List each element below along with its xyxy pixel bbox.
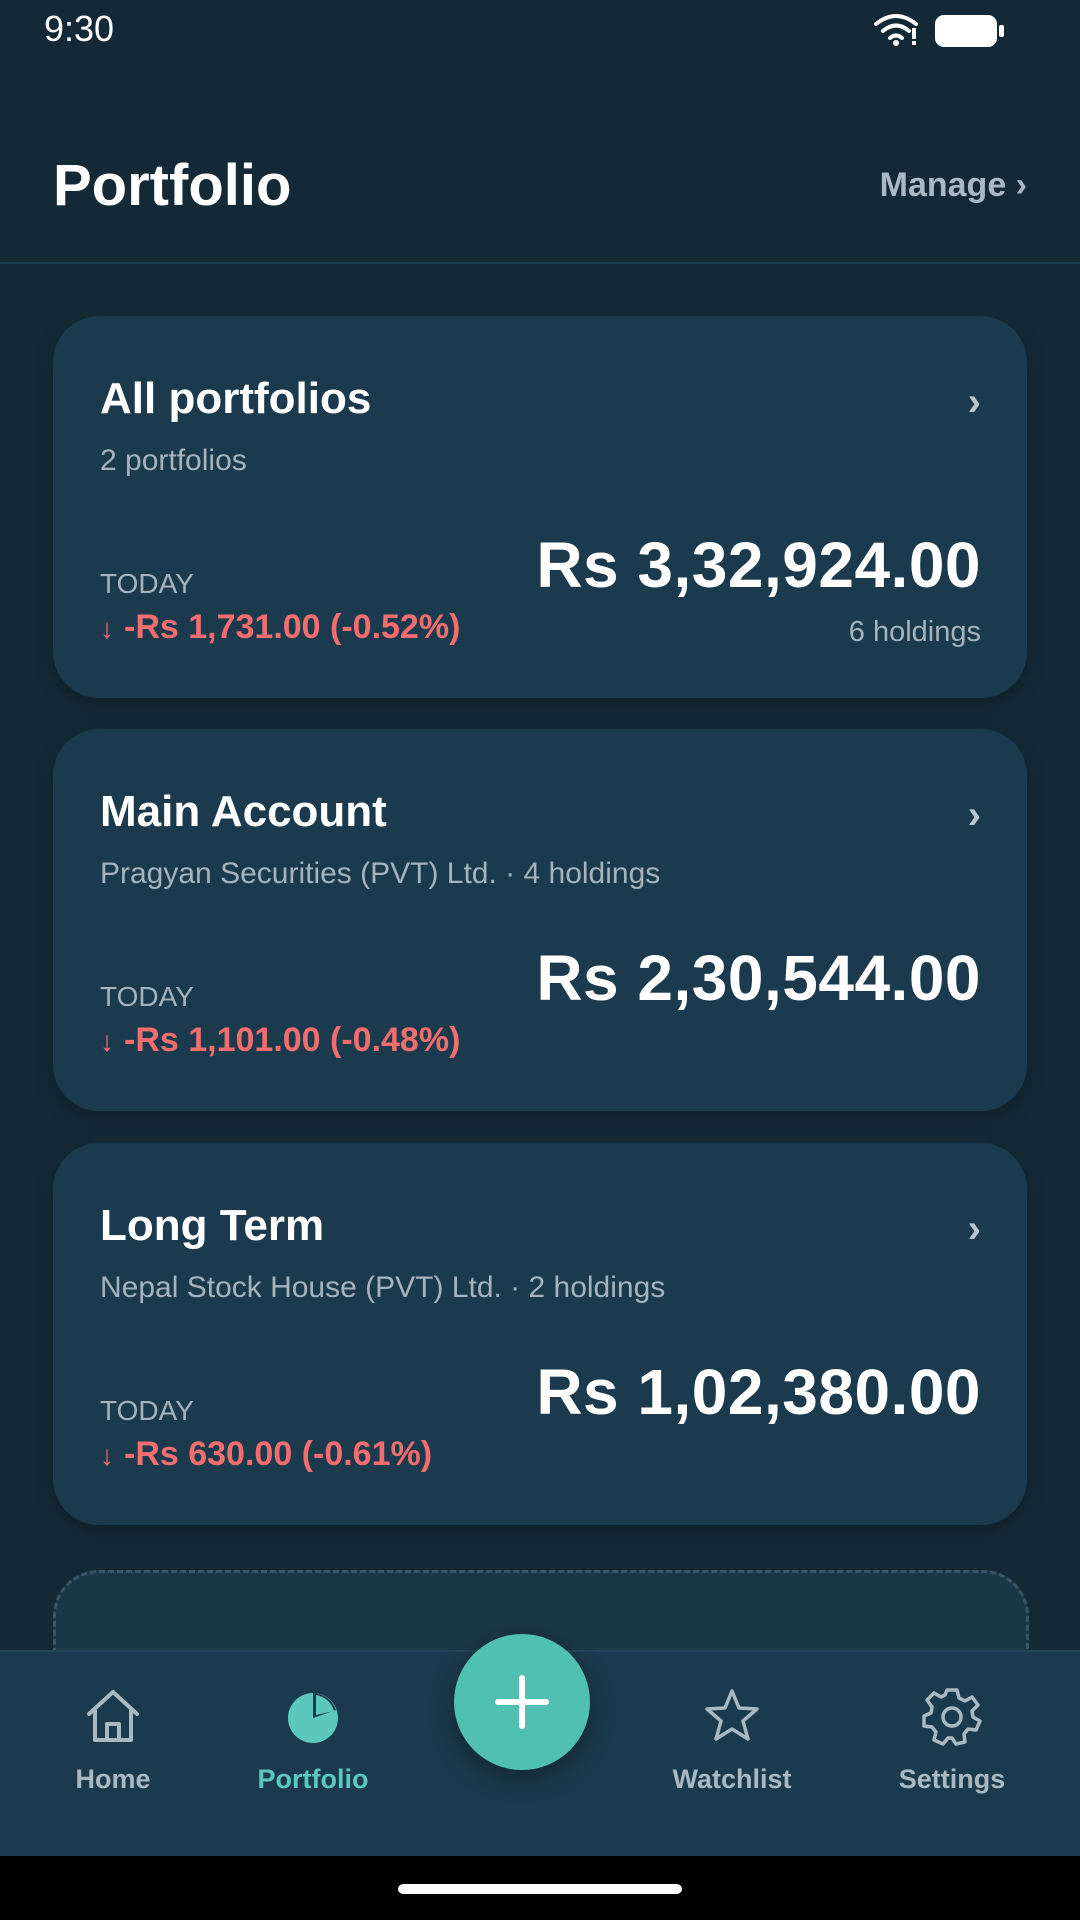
plus-icon (495, 1675, 549, 1729)
today-change-value: -Rs 1,731.00 (-0.52%) (124, 608, 461, 646)
nav-label: Portfolio (257, 1764, 369, 1794)
page-title: Portfolio (53, 153, 292, 218)
card-subtitle: Pragyan Securities (PVT) Ltd. · 4 holdin… (100, 857, 661, 890)
nav-item-home[interactable]: Home (23, 1686, 203, 1795)
home-indicator[interactable] (398, 1884, 682, 1894)
header: Portfolio Manage › (0, 60, 1080, 264)
today-change: ↓ -Rs 630.00 (-0.61%) (100, 1435, 432, 1474)
card-subtitle: 2 portfolios (100, 444, 247, 477)
gear-icon (922, 1688, 982, 1746)
card-title: Main Account (100, 787, 387, 836)
nav-item-watchlist[interactable]: Watchlist (642, 1686, 822, 1795)
star-icon (705, 1689, 759, 1741)
pie-chart-icon (288, 1693, 338, 1743)
home-icon (87, 1690, 139, 1742)
arrow-down-icon: ↓ (100, 1026, 114, 1057)
manage-button[interactable]: Manage › (880, 166, 1027, 205)
today-label: TODAY (100, 1395, 194, 1426)
card-title: All portfolios (100, 374, 372, 423)
card-title: Long Term (100, 1201, 325, 1250)
wifi-icon (874, 14, 918, 46)
today-change-value: -Rs 1,101.00 (-0.48%) (124, 1021, 461, 1059)
card-subtitle: Nepal Stock House (PVT) Ltd. · 2 holding… (100, 1271, 666, 1304)
add-button[interactable] (454, 1634, 590, 1770)
portfolio-card-long-term[interactable]: Long Term › Nepal Stock House (PVT) Ltd.… (53, 1143, 1027, 1525)
arrow-down-icon: ↓ (100, 613, 114, 644)
nav-label: Home (75, 1764, 151, 1794)
today-change: ↓ -Rs 1,731.00 (-0.52%) (100, 608, 460, 647)
portfolio-value: Rs 1,02,380.00 (536, 1356, 981, 1428)
nav-item-portfolio[interactable]: Portfolio (223, 1686, 403, 1795)
status-time: 9:30 (44, 8, 115, 49)
portfolio-value: Rs 3,32,924.00 (536, 529, 981, 601)
portfolio-card-all[interactable]: All portfolios › 2 portfolios TODAY ↓ -Rs… (53, 316, 1027, 698)
portfolio-screen: 9:30 Portfolio Manage › All portfolios ›… (0, 0, 1080, 1920)
holdings-count: 6 holdings (848, 616, 981, 648)
chevron-right-icon: › (967, 380, 981, 424)
chevron-right-icon: › (967, 793, 981, 837)
status-bar: 9:30 (0, 0, 1080, 60)
today-label: TODAY (100, 981, 194, 1012)
nav-label: Settings (898, 1764, 1006, 1794)
battery-icon (935, 15, 1004, 47)
portfolio-value: Rs 2,30,544.00 (536, 942, 981, 1014)
today-change: ↓ -Rs 1,101.00 (-0.48%) (100, 1021, 460, 1060)
today-label: TODAY (100, 568, 194, 599)
nav-item-settings[interactable]: Settings (862, 1686, 1042, 1795)
chevron-right-icon: › (967, 1207, 981, 1251)
nav-label: Watchlist (672, 1764, 792, 1794)
today-change-value: -Rs 630.00 (-0.61%) (124, 1435, 433, 1473)
portfolio-card-main-account[interactable]: Main Account › Pragyan Securities (PVT) … (53, 729, 1027, 1111)
arrow-down-icon: ↓ (100, 1440, 114, 1471)
